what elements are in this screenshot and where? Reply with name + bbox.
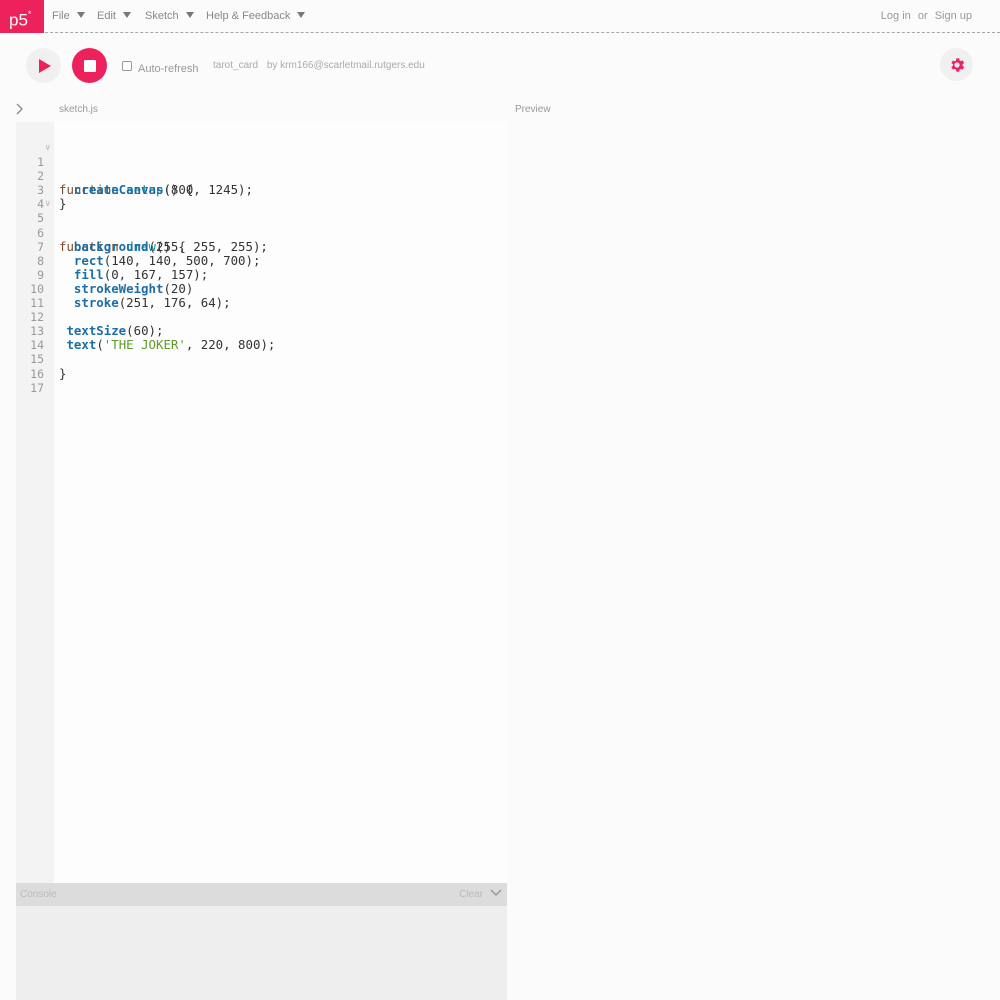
sketch-author: by krm166@scarletmail.rutgers.edu — [266, 60, 425, 71]
chevron-down-icon[interactable] — [489, 887, 503, 899]
signup-link[interactable]: Sign up — [935, 10, 972, 22]
menu-help[interactable]: Help & Feedback — [206, 0, 306, 33]
logo-asterisk: * — [27, 9, 32, 19]
menu-edit-label: Edit — [97, 10, 116, 22]
chevron-down-icon — [76, 12, 85, 18]
code-line: 12 textSize(60); — [16, 296, 507, 338]
play-icon — [39, 58, 51, 73]
preview-pane — [508, 122, 1000, 1000]
stop-icon — [83, 59, 96, 72]
sketch-name[interactable]: tarot_card — [213, 60, 258, 71]
logo-text: p5 — [9, 10, 28, 30]
code-line: 16 — [16, 352, 507, 381]
file-tab-sketch-js[interactable]: sketch.js — [59, 104, 98, 115]
menu-file[interactable]: File — [52, 0, 85, 33]
fold-chevron-icon[interactable]: ∨ — [45, 141, 50, 155]
code-line: 1 ∨ function setup() { — [16, 141, 507, 197]
settings-button[interactable] — [940, 48, 973, 81]
menu-edit[interactable]: Edit — [97, 0, 131, 33]
sketch-meta: tarot_card by krm166@scarletmail.rutgers… — [213, 60, 425, 71]
auto-refresh-control: Auto-refresh — [122, 60, 199, 75]
menu-file-label: File — [52, 10, 70, 22]
code-line: 10 stroke(251, 176, 64); — [16, 268, 507, 310]
console-body — [16, 906, 507, 1000]
auto-refresh-checkbox[interactable] — [122, 60, 132, 71]
gear-icon — [950, 57, 964, 72]
code-line: 11 — [16, 282, 507, 310]
login-link[interactable]: Log in — [881, 10, 911, 22]
top-nav: p5* File Edit Sketch Help & Feedback Log… — [0, 0, 1000, 33]
console-clear-button[interactable]: Clear — [459, 889, 483, 900]
code-line: 8 fill(0, 167, 157); — [16, 240, 507, 282]
code-line: 9 strokeWeight(20) — [16, 254, 507, 296]
chevron-right-icon[interactable] — [15, 103, 25, 115]
code-line: 5 ∨ function draw() { — [16, 197, 507, 253]
code-line: 4 — [16, 183, 507, 211]
code-line: 3 } — [16, 169, 507, 211]
menu-sketch[interactable]: Sketch — [145, 0, 194, 33]
menu-sketch-label: Sketch — [145, 10, 179, 22]
code-line: 17 — [16, 367, 507, 395]
console-title: Console — [20, 889, 57, 900]
stop-button[interactable] — [72, 48, 107, 83]
chevron-down-icon — [185, 12, 194, 18]
auto-refresh-label: Auto-refresh — [138, 63, 199, 75]
chevron-down-icon — [297, 12, 306, 18]
code-line: 15 } — [16, 338, 507, 380]
auth-links: Log in or Sign up — [877, 0, 972, 33]
console-header: Console Clear — [16, 883, 507, 906]
auth-or: or — [917, 10, 928, 22]
menu-help-label: Help & Feedback — [206, 10, 291, 22]
fold-chevron-icon[interactable]: ∨ — [45, 197, 50, 211]
code-line: 2 createCanvas(800, 1245); — [16, 155, 507, 197]
code-lines: 1 ∨ function setup() { 2 createCanvas(80… — [16, 141, 507, 395]
code-line: 6 background(255, 255, 255); — [16, 211, 507, 254]
chevron-down-icon — [122, 12, 131, 18]
preview-label: Preview — [515, 104, 551, 115]
code-line: 14 — [16, 324, 507, 352]
line-number: 17 — [30, 380, 44, 395]
play-button[interactable] — [26, 48, 61, 83]
p5-logo[interactable]: p5* — [0, 0, 44, 33]
code-line: 13 text('THE JOKER', 220, 800); — [16, 310, 507, 352]
code-line: 7 rect(140, 140, 500, 700); — [16, 226, 507, 268]
